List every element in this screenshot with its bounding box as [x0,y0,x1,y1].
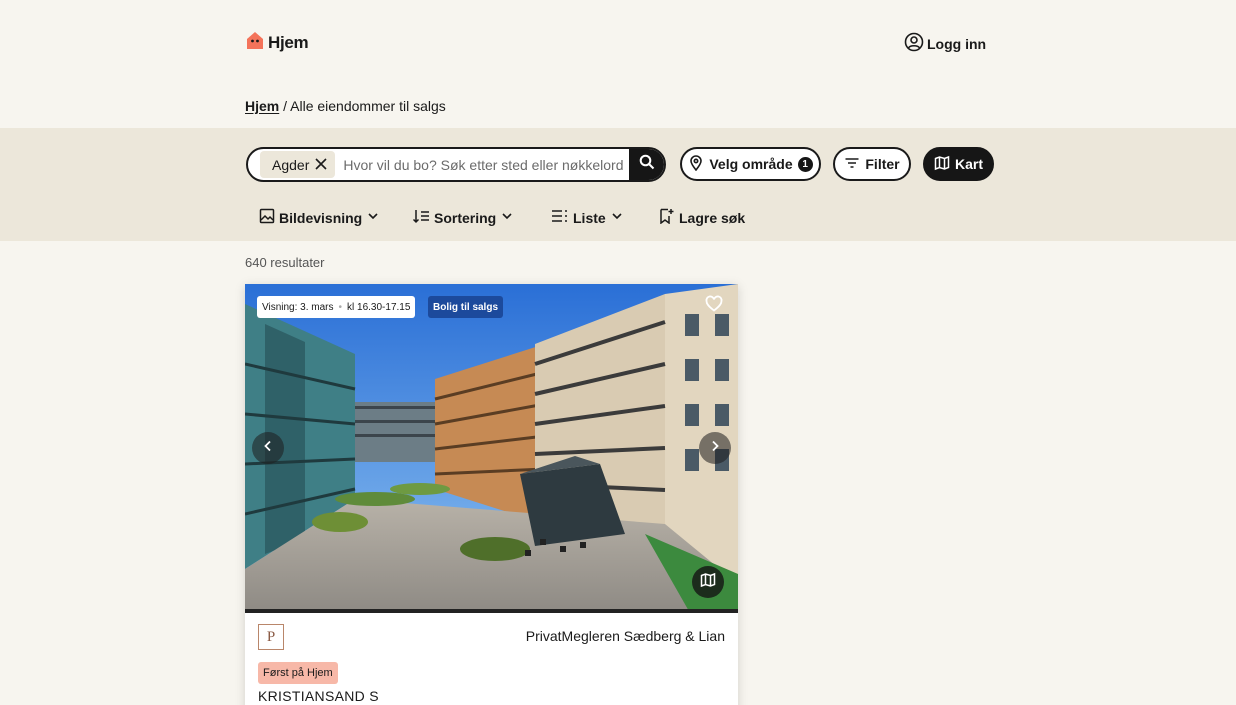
login-button[interactable]: Logg inn [904,32,986,55]
listing-card[interactable]: Visning: 3. mars • kl 16.30-17.15 Bolig … [245,284,738,705]
dot-separator: • [338,301,343,313]
search-input[interactable] [335,156,629,173]
area-label: Velg område [709,156,793,172]
status-badge: Bolig til salgs [428,296,504,318]
save-search-label: Lagre søk [679,209,746,226]
agency-logo: P [258,624,284,650]
search-icon [639,154,655,175]
close-icon[interactable] [315,157,327,173]
list-dropdown[interactable]: Liste [551,208,624,227]
agency-name: PrivatMegleren Sædberg & Lian [525,628,725,644]
header: Hjem Logg inn [0,0,1236,90]
save-search-button[interactable]: Lagre søk [659,208,745,227]
chevron-left-icon [262,439,274,457]
listing-location: KRISTIANSAND S [258,688,379,704]
breadcrumb-current: Alle eiendommer til salgs [290,98,446,114]
sort-dropdown[interactable]: Sortering [412,208,514,227]
chevron-down-icon [500,209,514,226]
location-pin-icon [688,154,704,174]
image-progress-bar [245,609,738,613]
filter-label: Filter [865,156,900,172]
listing-image [245,284,738,613]
heart-icon[interactable] [705,295,723,318]
location-chip: Agder [260,151,336,178]
previous-image-button[interactable] [252,432,284,464]
search-bar: Agder [246,147,666,182]
list-label: Liste [573,209,606,226]
area-button[interactable]: Velg område 1 [680,147,821,181]
sort-label: Sortering [434,209,497,226]
sort-icon [412,208,430,227]
viewing-tag: Visning: 3. mars • kl 16.30-17.15 [257,296,416,318]
list-icon [551,208,569,227]
location-chip-label: Agder [272,156,310,173]
chevron-down-icon [610,209,624,226]
house-logo-icon [245,30,265,55]
next-image-button[interactable] [699,432,731,464]
results-count: 640 resultater [245,255,325,270]
logo[interactable]: Hjem [245,30,309,55]
breadcrumb-home-link[interactable]: Hjem [245,98,279,114]
logo-text: Hjem [268,32,309,52]
area-count-badge: 1 [797,156,813,172]
map-icon [700,572,716,593]
bookmark-add-icon [659,208,675,227]
view-mode-dropdown[interactable]: Bildevisning [259,208,380,227]
search-button[interactable] [629,149,664,180]
map-icon [934,155,950,174]
view-mode-label: Bildevisning [279,209,363,226]
chevron-down-icon [366,209,380,226]
breadcrumb-separator: / [283,98,288,114]
first-on-hjem-badge: Først på Hjem [258,662,338,684]
image-icon [259,208,275,227]
filter-button[interactable]: Filter [833,147,911,181]
chevron-right-icon [709,439,721,457]
viewing-date: Visning: 3. mars [262,301,334,313]
map-button[interactable]: Kart [923,147,994,181]
show-on-map-button[interactable] [692,566,724,598]
viewing-time: kl 16.30-17.15 [347,301,411,313]
filter-icon [844,155,860,174]
map-label: Kart [954,156,983,172]
user-icon [904,32,924,55]
listing-photo[interactable]: Visning: 3. mars • kl 16.30-17.15 Bolig … [245,284,738,613]
login-label: Logg inn [927,35,987,52]
breadcrumb: Hjem / Alle eiendommer til salgs [245,98,446,114]
